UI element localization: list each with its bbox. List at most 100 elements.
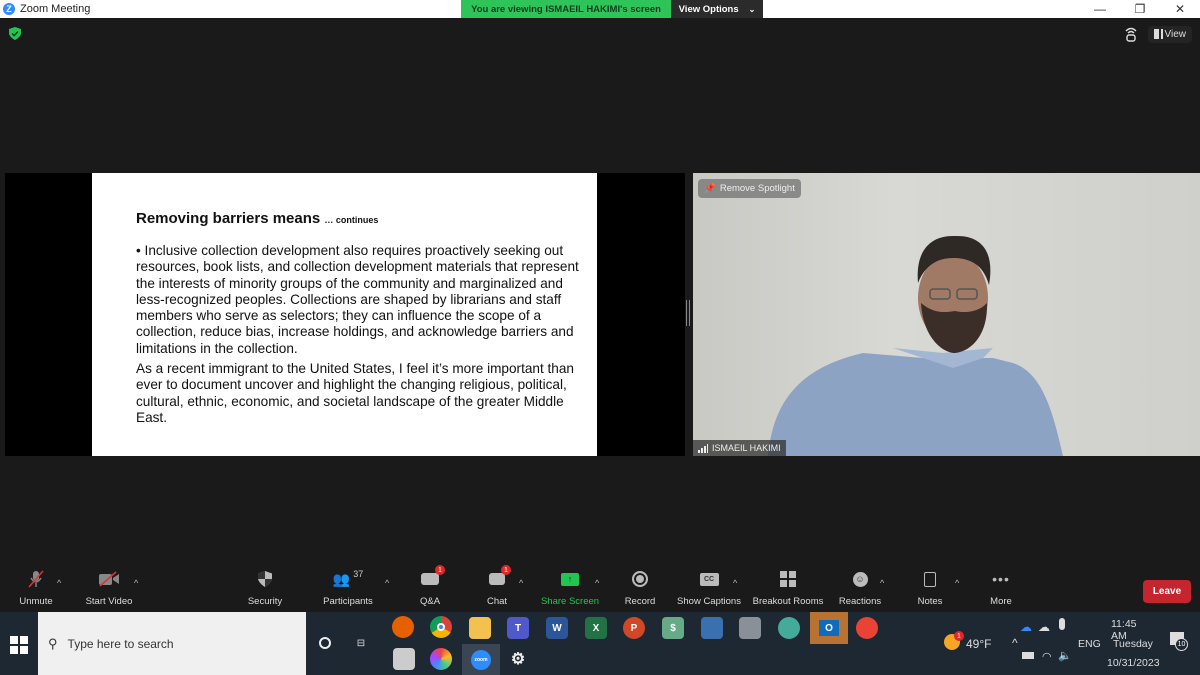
chat-badge: 1 (501, 565, 511, 575)
encryption-shield-icon[interactable] (9, 27, 21, 40)
cortana-circle-icon (319, 637, 331, 649)
powerpoint-taskbar-icon[interactable]: P (623, 617, 645, 639)
audio-options-caret[interactable]: ^ (57, 578, 61, 588)
show-hidden-icons-button[interactable]: ^ (1012, 636, 1018, 650)
reaction-smiley-icon: ☺ (852, 571, 868, 587)
participant-name-tag: ISMAEIL HAKIMI (693, 440, 786, 456)
close-icon: ✕ (1174, 2, 1186, 16)
notes-label: Notes (917, 596, 943, 607)
printer-app-taskbar-icon[interactable] (393, 648, 415, 670)
clock-date[interactable]: 10/31/2023 (1107, 657, 1160, 669)
pinwheel-app-taskbar-icon[interactable] (430, 648, 452, 670)
security-button[interactable]: Security (225, 566, 305, 607)
breakout-rooms-grid-icon (780, 571, 796, 587)
participants-label: Participants (323, 596, 373, 607)
word-taskbar-icon[interactable]: W (546, 617, 568, 639)
notes-options-caret[interactable]: ^ (955, 578, 959, 588)
remote-desktop-taskbar-icon[interactable] (701, 617, 723, 639)
video-options-caret[interactable]: ^ (134, 578, 138, 588)
security-label: Security (247, 596, 283, 607)
reactions-button[interactable]: ☺ Reactions (820, 566, 900, 607)
maximize-button[interactable]: ❐ (1120, 0, 1160, 18)
top-right-controls: View (1120, 24, 1192, 44)
immersive-icon (1125, 27, 1136, 42)
slide-title-suffix: … continues (324, 215, 379, 225)
record-icon (632, 571, 648, 587)
clock-day[interactable]: Tuesday (1113, 638, 1153, 650)
record-label: Record (624, 596, 656, 607)
viewing-screen-message: You are viewing ISMAEIL HAKIMI's screen (461, 0, 671, 18)
participant-video: 📌 Remove Spotlight ISMAEIL HAKIMI (693, 173, 1200, 456)
presentation-slide: Removing barriers means … continues • In… (92, 173, 597, 456)
more-ellipsis-icon: ••• (992, 571, 1010, 587)
outlook-taskbar-icon[interactable]: O (810, 612, 848, 644)
zoom-app-label: zoom (471, 649, 491, 670)
zoom-taskbar-icon[interactable]: zoom (462, 644, 500, 675)
firefox-taskbar-icon[interactable] (392, 616, 414, 638)
volume-icon[interactable]: 🔈 (1058, 649, 1072, 662)
task-view-button[interactable]: ⊟ (350, 632, 372, 654)
wifi-icon[interactable]: ◠ (1042, 650, 1052, 663)
onedrive-icon[interactable]: ☁ (1020, 620, 1032, 634)
reactions-label: Reactions (838, 596, 882, 607)
captions-options-caret[interactable]: ^ (733, 578, 737, 588)
remove-spotlight-label: Remove Spotlight (719, 183, 795, 194)
reactions-options-caret[interactable]: ^ (880, 578, 884, 588)
chat-options-caret[interactable]: ^ (519, 578, 523, 588)
minimize-icon: — (1094, 2, 1106, 16)
globe-app-taskbar-icon[interactable] (778, 617, 800, 639)
action-center-button[interactable]: 10 (1170, 632, 1188, 651)
file-explorer-taskbar-icon[interactable] (469, 617, 491, 639)
share-options-caret[interactable]: ^ (595, 578, 599, 588)
participants-icon: 👥 (332, 570, 351, 587)
weather-icon[interactable]: 1 (944, 631, 964, 650)
leave-button[interactable]: Leave (1143, 580, 1191, 603)
search-icon: ⚲ (48, 635, 58, 651)
start-video-label: Start Video (85, 596, 133, 607)
breakout-rooms-button[interactable]: Breakout Rooms (748, 566, 828, 607)
pane-resize-handle[interactable] (686, 300, 690, 326)
view-button[interactable]: View (1147, 25, 1192, 43)
cortana-button[interactable] (314, 632, 336, 654)
teams-taskbar-icon[interactable]: T (507, 617, 529, 639)
view-options-button[interactable]: View Options ⌄ (671, 0, 763, 18)
remove-spotlight-button[interactable]: 📌 Remove Spotlight (698, 179, 801, 198)
qa-chat-bubbles-icon (421, 573, 439, 585)
weather-temperature[interactable]: 49°F (966, 637, 991, 651)
record-button[interactable]: Record (600, 566, 680, 607)
security-shield-icon (258, 571, 272, 587)
weather-badge: 1 (954, 631, 964, 641)
shared-screen: Removing barriers means … continues • In… (5, 173, 685, 456)
chat-label: Chat (486, 596, 508, 607)
more-button[interactable]: ••• More (961, 566, 1041, 607)
view-label: View (1164, 28, 1187, 40)
close-button[interactable]: ✕ (1160, 0, 1200, 18)
language-indicator[interactable]: ENG (1078, 638, 1101, 650)
unmute-label: Unmute (19, 596, 53, 607)
calculator-taskbar-icon[interactable] (739, 617, 761, 639)
microphone-in-use-icon[interactable] (1059, 618, 1065, 630)
slide-paragraph-text: As a recent immigrant to the United Stat… (136, 361, 574, 425)
battery-icon[interactable] (1022, 652, 1034, 659)
settings-taskbar-icon[interactable]: ⚙ (507, 648, 529, 670)
search-placeholder: Type here to search (67, 636, 174, 651)
minimize-button[interactable]: — (1080, 0, 1120, 18)
participant-video-image (768, 235, 1063, 456)
task-view-icon: ⊟ (356, 637, 366, 649)
chat-button[interactable]: 1 Chat (457, 565, 537, 607)
chat-bubble-icon (489, 573, 505, 585)
notifications-count: 10 (1175, 638, 1188, 651)
excel-taskbar-icon[interactable]: X (585, 617, 607, 639)
unmute-button[interactable]: Unmute (0, 566, 76, 607)
windows-start-button[interactable] (10, 636, 28, 654)
taskbar-search-box[interactable]: ⚲ Type here to search (38, 612, 306, 675)
chrome-taskbar-icon[interactable] (430, 616, 452, 638)
onedrive-personal-icon[interactable]: ☁ (1038, 620, 1050, 634)
immersive-view-button[interactable] (1120, 24, 1142, 44)
participants-button[interactable]: 👥 37 Participants (308, 566, 388, 607)
finance-app-taskbar-icon[interactable]: $ (662, 617, 684, 639)
vpn-app-taskbar-icon[interactable] (856, 617, 878, 639)
participants-options-caret[interactable]: ^ (385, 578, 389, 588)
window-title: Zoom Meeting (20, 3, 91, 15)
pin-icon: 📌 (704, 183, 716, 194)
